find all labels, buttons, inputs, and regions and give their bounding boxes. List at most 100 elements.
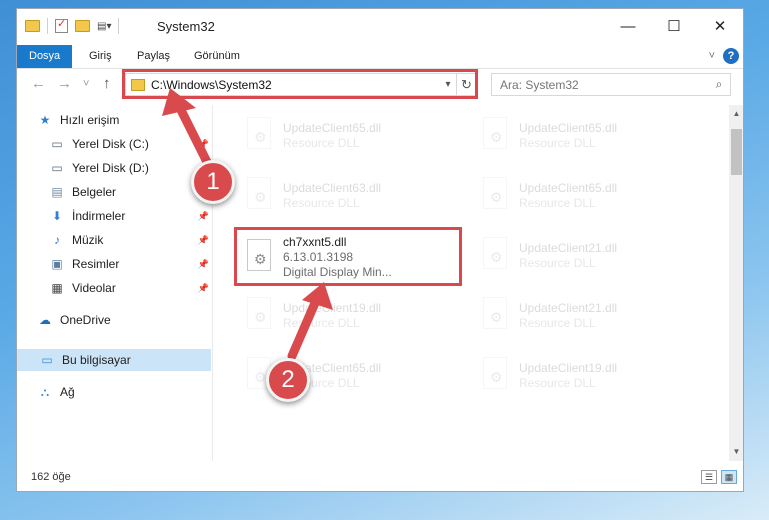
file-name: UpdateClient65.dll xyxy=(283,120,382,135)
file-highlight-box xyxy=(234,227,462,286)
sidebar-item-disk-d[interactable]: ▭ Yerel Disk (D:) 📌 xyxy=(49,157,211,179)
pin-icon[interactable]: 📌 xyxy=(198,211,209,222)
recent-locations-button[interactable]: ˅ xyxy=(83,78,89,90)
tab-paylas[interactable]: Paylaş xyxy=(125,45,182,68)
star-icon: ★ xyxy=(39,113,51,127)
sidebar-item-this-pc[interactable]: ▭ Bu bilgisayar xyxy=(17,349,211,371)
music-icon: ♪ xyxy=(54,233,60,247)
dll-file-icon: ⚙ xyxy=(481,297,511,333)
pin-icon[interactable]: 📌 xyxy=(198,139,209,150)
tab-gorunum[interactable]: Görünüm xyxy=(182,45,252,68)
ribbon-right: ˅ ? xyxy=(709,48,739,64)
folder-icon[interactable] xyxy=(25,20,40,32)
file-description: Resource DLL xyxy=(519,315,596,330)
file-item[interactable]: ⚙ UpdateClient65.dll Resource DLL xyxy=(225,107,451,163)
sidebar-item-quick-access[interactable]: ★ Hızlı erişim xyxy=(37,109,231,131)
sidebar-item-disk-c[interactable]: ▭ Yerel Disk (C:) 📌 xyxy=(49,133,211,155)
pictures-icon: ▣ xyxy=(51,257,63,271)
forward-button[interactable]: → xyxy=(57,75,72,92)
step-badge-1: 1 xyxy=(191,160,235,204)
minimize-button[interactable]: — xyxy=(605,9,651,43)
item-count: 162 öğe xyxy=(31,471,71,483)
file-name: UpdateClient21.dll xyxy=(519,240,618,255)
file-item[interactable]: ⚙ UpdateClient65.dll Resource DLL xyxy=(461,107,687,163)
scroll-up-icon[interactable]: ▲ xyxy=(729,109,743,118)
tab-dosya[interactable]: Dosya xyxy=(17,45,73,68)
sidebar-item-videos[interactable]: ▦ Videolar 📌 xyxy=(49,277,211,299)
file-name: UpdateClient19.dll xyxy=(519,360,618,375)
help-icon[interactable]: ? xyxy=(723,48,739,64)
file-description: Resource DLL xyxy=(283,315,360,330)
dll-file-icon: ⚙ xyxy=(245,177,275,213)
new-folder-icon[interactable] xyxy=(75,20,90,32)
pin-icon[interactable]: 📌 xyxy=(198,235,209,246)
file-description: Resource DLL xyxy=(519,195,596,210)
file-description: Resource DLL xyxy=(283,135,360,150)
sidebar-item-network[interactable]: ⛬ Ağ xyxy=(37,381,231,403)
sidebar-item-onedrive[interactable]: ☁ OneDrive xyxy=(37,309,231,331)
file-name: UpdateClient63.dll xyxy=(283,180,382,195)
file-item[interactable]: ⚙ UpdateClient65.dll Resource DLL xyxy=(461,167,687,223)
details-view-icon[interactable]: ☰ xyxy=(701,470,717,484)
sidebar-item-label: Bu bilgisayar xyxy=(62,353,131,367)
documents-icon: ▤ xyxy=(51,185,63,199)
file-item[interactable]: ⚙ UpdateClient65.dll Resource DLL xyxy=(225,347,451,403)
window-controls: — ☐ ✕ xyxy=(605,9,743,43)
step-badge-2: 2 xyxy=(266,358,310,402)
file-name: UpdateClient21.dll xyxy=(519,300,618,315)
network-icon: ⛬ xyxy=(40,384,50,399)
maximize-button[interactable]: ☐ xyxy=(651,9,697,43)
sidebar-item-documents[interactable]: ▤ Belgeler 📌 xyxy=(49,181,211,203)
vertical-scrollbar[interactable]: ▲ ▼ xyxy=(729,105,743,461)
search-icon[interactable]: ⌕ xyxy=(708,77,730,92)
sidebar-item-label: İndirmeler xyxy=(72,209,126,223)
pin-icon[interactable]: 📌 xyxy=(198,283,209,294)
file-name: UpdateClient19.dll xyxy=(283,300,382,315)
properties-icon[interactable] xyxy=(55,17,68,33)
tiles-view-icon[interactable]: ▦ xyxy=(721,470,737,484)
computer-icon: ▭ xyxy=(41,353,53,367)
up-button[interactable]: ↑ xyxy=(103,75,111,92)
divider xyxy=(118,18,120,34)
sidebar-item-label: Belgeler xyxy=(72,185,117,199)
file-description: Resource DLL xyxy=(519,255,596,270)
file-description: Resource DLL xyxy=(283,195,360,210)
sidebar-item-label: Yerel Disk (D:) xyxy=(72,161,149,175)
dll-file-icon: ⚙ xyxy=(481,237,511,273)
divider xyxy=(47,18,48,34)
sidebar-item-pictures[interactable]: ▣ Resimler 📌 xyxy=(49,253,211,275)
customize-toolbar-icon[interactable]: ▤▾ xyxy=(97,21,111,32)
scrollbar-thumb[interactable] xyxy=(731,129,742,175)
address-highlight-box xyxy=(122,69,478,99)
back-button[interactable]: ← xyxy=(31,75,46,92)
quick-access-toolbar: ▤▾ xyxy=(25,17,120,34)
sidebar-item-label: Ağ xyxy=(60,385,75,399)
file-item[interactable]: ⚙ UpdateClient21.dll Resource DLL xyxy=(461,287,687,343)
dll-file-icon: ⚙ xyxy=(245,117,275,153)
file-item[interactable]: ⚙ UpdateClient19.dll Resource DLL xyxy=(225,287,451,343)
sidebar-item-music[interactable]: ♪ Müzik 📌 xyxy=(49,229,211,251)
file-item[interactable]: ⚙ UpdateClient19.dll Resource DLL xyxy=(461,347,687,403)
title-bar: ▤▾ System32 — ☐ ✕ xyxy=(17,9,743,45)
drive-icon: ▭ xyxy=(51,161,63,175)
sidebar-item-label: Resimler xyxy=(72,257,120,271)
tab-giris[interactable]: Giriş xyxy=(77,45,124,68)
sidebar-item-downloads[interactable]: ⬇ İndirmeler 📌 xyxy=(49,205,211,227)
window-title: System32 xyxy=(157,19,215,34)
search-input[interactable] xyxy=(500,77,708,92)
search-box: ⌕ xyxy=(491,73,731,96)
navigation-pane: ★ Hızlı erişim ▭ Yerel Disk (C:) 📌 ▭ Yer… xyxy=(17,105,213,461)
expand-ribbon-icon[interactable]: ˅ xyxy=(709,50,715,62)
pin-icon[interactable]: 📌 xyxy=(198,259,209,270)
videos-icon: ▦ xyxy=(51,281,63,295)
view-switcher: ☰ ▦ xyxy=(701,470,737,484)
sidebar-item-label: OneDrive xyxy=(60,313,111,327)
dll-file-icon: ⚙ xyxy=(245,297,275,333)
scroll-down-icon[interactable]: ▼ xyxy=(729,447,743,456)
close-button[interactable]: ✕ xyxy=(697,9,743,43)
file-item[interactable]: ⚙ UpdateClient21.dll Resource DLL xyxy=(461,227,687,283)
sidebar-item-label: Hızlı erişim xyxy=(60,113,120,127)
file-description: Resource DLL xyxy=(519,135,596,150)
file-description: Resource DLL xyxy=(519,375,596,390)
file-item[interactable]: ⚙ UpdateClient63.dll Resource DLL xyxy=(225,167,451,223)
